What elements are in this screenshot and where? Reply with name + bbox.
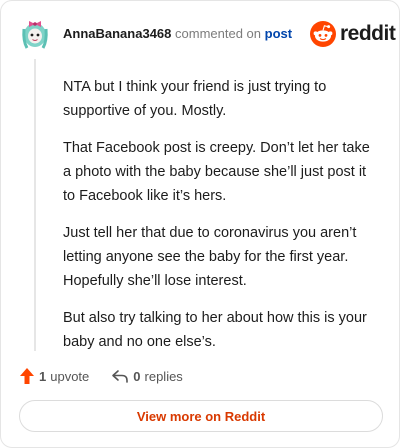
view-more-on-reddit-button[interactable]: View more on Reddit (19, 400, 383, 432)
reddit-wordmark: reddit (340, 22, 396, 45)
byline-verb: commented on (175, 26, 262, 41)
reddit-snoo-icon (310, 21, 336, 47)
comment-paragraph: Just tell her that due to coronavirus yo… (63, 225, 357, 289)
user-avatar-icon[interactable] (21, 15, 49, 51)
reply-label: replies (144, 368, 183, 384)
comment-paragraph: NTA but I think your friend is just tryi… (63, 79, 327, 119)
upvote-arrow-icon (20, 368, 34, 384)
reply-arrow-icon (112, 370, 129, 383)
comment-paragraph: But also try talking to her about how th… (63, 310, 367, 350)
comment-body: NTA but I think your friend is just tryi… (63, 75, 381, 367)
comment-byline: AnnaBanana3468 commented on post (63, 26, 292, 42)
comment-actions: 1 upvote 0 replies (19, 365, 183, 387)
replies-button[interactable]: 0 replies (89, 368, 183, 384)
comment-header: AnnaBanana3468 commented on post reddit (1, 1, 400, 65)
upvote-button[interactable]: 1 upvote (19, 367, 89, 385)
reply-count: 0 (133, 368, 141, 384)
embedded-comment-card: AnnaBanana3468 commented on post reddit … (0, 0, 400, 448)
post-link[interactable]: post (265, 26, 292, 41)
reddit-brand-logo[interactable]: reddit (310, 20, 396, 48)
author-username[interactable]: AnnaBanana3468 (63, 26, 171, 41)
thread-line[interactable] (34, 59, 36, 351)
comment-paragraph: That Facebook post is creepy. Don’t let … (63, 140, 370, 204)
upvote-label: upvote (50, 368, 90, 384)
upvote-count: 1 (39, 368, 47, 384)
